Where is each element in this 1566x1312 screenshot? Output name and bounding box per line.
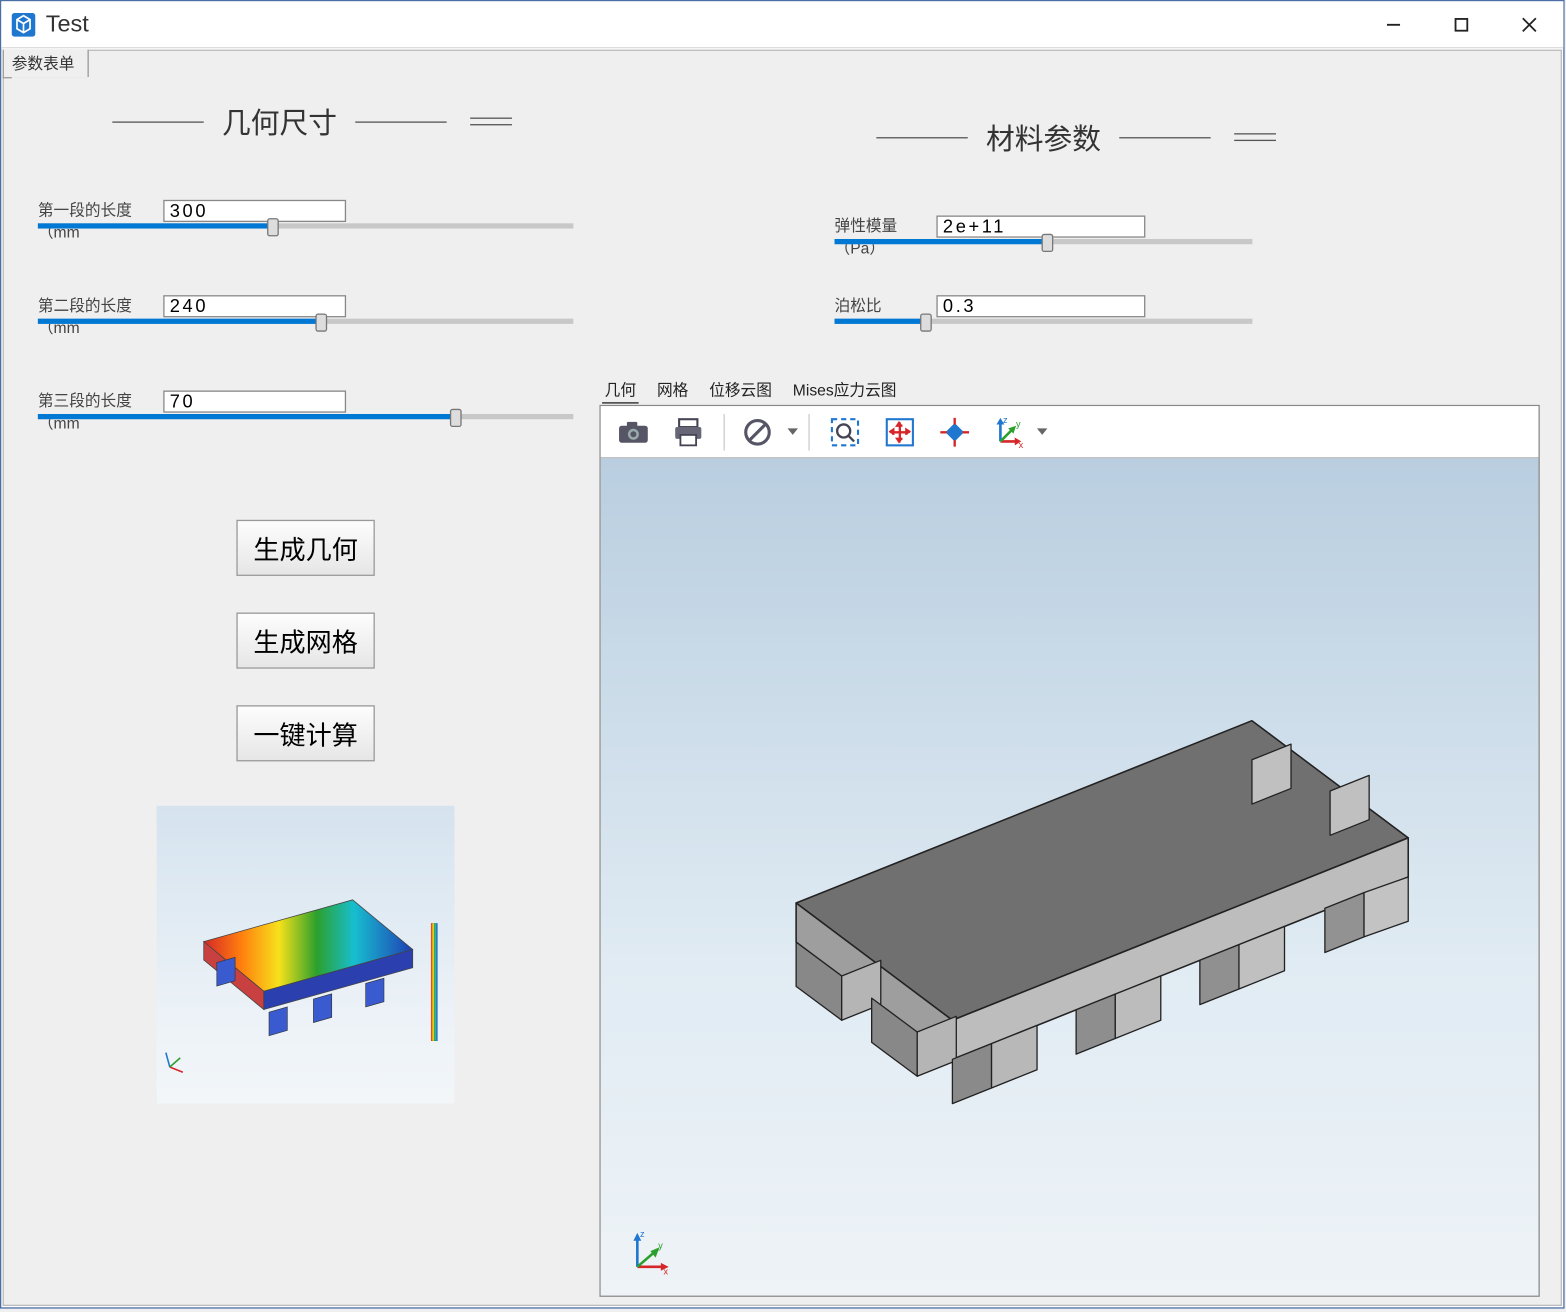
app-window: Test 参数表单 几何尺寸 <box>0 0 1565 1309</box>
slider-len1[interactable] <box>38 223 573 228</box>
param-label-young: 弹性模量（Pa） <box>835 213 937 259</box>
tab-param-form[interactable]: 参数表单 <box>3 50 89 79</box>
result-preview <box>157 806 455 1104</box>
param-label-len2: 第二段的长度（mm <box>38 293 163 339</box>
right-panel: 材料参数 弹性模量（Pa） <box>599 77 1552 1297</box>
app-icon <box>9 10 38 39</box>
slider-len3[interactable] <box>38 414 573 419</box>
fit-view-icon[interactable] <box>875 409 925 453</box>
param-row-len2: 第二段的长度（mm <box>38 293 573 339</box>
section-geometry-header: 几何尺寸 <box>38 101 573 143</box>
reset-view-icon[interactable] <box>930 409 980 453</box>
viewer-tab-mises[interactable]: Mises应力云图 <box>790 379 899 404</box>
param-label-len1: 第一段的长度（mm <box>38 197 163 243</box>
viewer-tab-mesh[interactable]: 网格 <box>654 379 691 404</box>
window-title: Test <box>46 10 89 37</box>
param-label-poisson: 泊松比 <box>835 293 937 317</box>
maximize-button[interactable] <box>1427 1 1495 47</box>
param-label-len3: 第三段的长度（mm <box>38 388 163 434</box>
orientation-triad-icon: z x y <box>624 1225 676 1277</box>
viewer-tab-disp[interactable]: 位移云图 <box>707 379 775 404</box>
left-panel: 几何尺寸 第一段的长度（mm 第二段的长 <box>12 77 600 1297</box>
param-row-len3: 第三段的长度（mm <box>38 388 573 434</box>
param-input-len1[interactable] <box>163 199 346 221</box>
viewer-tab-geom[interactable]: 几何 <box>602 379 639 404</box>
viewer-frame: z y x <box>599 405 1539 1297</box>
slider-len2[interactable] <box>38 319 573 324</box>
param-row-len1: 第一段的长度（mm <box>38 197 573 243</box>
action-buttons: 生成几何 生成网格 一键计算 <box>38 520 573 762</box>
slider-poisson[interactable] <box>835 319 1253 324</box>
zoom-select-icon[interactable] <box>820 409 870 453</box>
chevron-down-icon[interactable] <box>788 428 798 435</box>
svg-text:x: x <box>1019 439 1024 448</box>
svg-text:x: x <box>663 1267 668 1277</box>
one-click-solve-button[interactable]: 一键计算 <box>236 705 374 761</box>
section-material-header: 材料参数 <box>599 116 1539 158</box>
print-icon[interactable] <box>663 409 713 453</box>
viewer-toolbar: z y x <box>601 406 1539 458</box>
slider-young[interactable] <box>835 239 1253 244</box>
gen-mesh-button[interactable]: 生成网格 <box>236 613 374 669</box>
param-row-poisson: 泊松比 <box>835 293 1253 319</box>
no-entry-icon[interactable] <box>735 409 779 453</box>
axes-icon[interactable]: z y x <box>985 409 1029 453</box>
section-material-title: 材料参数 <box>986 116 1101 158</box>
titlebar: Test <box>1 1 1563 48</box>
svg-text:z: z <box>1003 415 1008 425</box>
svg-text:z: z <box>640 1229 645 1239</box>
gen-geometry-button[interactable]: 生成几何 <box>236 520 374 576</box>
client-area: 参数表单 几何尺寸 第一段的长度（mm <box>3 50 1562 1306</box>
param-input-len3[interactable] <box>163 390 346 412</box>
window-controls <box>1360 1 1564 47</box>
svg-text:y: y <box>1016 418 1021 428</box>
close-button[interactable] <box>1495 1 1563 47</box>
viewer-canvas[interactable]: z x y <box>601 458 1539 1295</box>
chevron-down-icon-2[interactable] <box>1037 428 1047 435</box>
param-row-young: 弹性模量（Pa） <box>835 213 1253 259</box>
param-input-poisson[interactable] <box>936 295 1145 317</box>
svg-text:y: y <box>658 1241 663 1251</box>
camera-icon[interactable] <box>609 409 659 453</box>
minimize-button[interactable] <box>1360 1 1428 47</box>
param-input-young[interactable] <box>936 215 1145 237</box>
viewer-tabs: 几何 网格 位移云图 Mises应力云图 <box>599 379 1539 404</box>
section-geometry-title: 几何尺寸 <box>222 101 337 143</box>
